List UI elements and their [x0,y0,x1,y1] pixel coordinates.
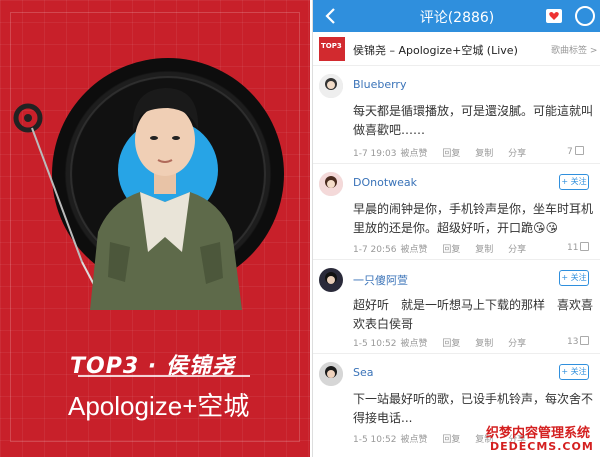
share-button[interactable]: 分享 [508,149,526,159]
reply-button[interactable]: 回复 [442,149,460,159]
comment-text: 每天都是循環播放，可是還沒膩。可能這就叫做喜歡吧…… [353,104,594,137]
comment-liked-note: 被点赞 [400,245,428,255]
comment-meta: 1-5 10:52 被点赞 回复 复制 分享 [353,336,530,349]
avatar[interactable] [319,362,343,386]
comment-username[interactable]: 一只傻阿萱 [353,272,408,288]
like-number: 11 [567,243,579,253]
reply-button[interactable]: 回复 [442,245,460,255]
song-title: Apologize+空城 [68,391,250,421]
reply-button[interactable]: 回复 [442,339,460,349]
avatar[interactable] [319,74,343,98]
watermark-line2: DEDECMS.COM [490,440,594,453]
thumb-text: TOP3 [321,42,342,50]
title-divider [78,375,250,377]
disc-icon[interactable] [575,6,595,26]
comment-item: 一只傻阿萱 + 关注 超好听 就是一听想马上下载的那样 喜欢喜欢表白侯哥 1-5… [313,260,600,354]
album-art: TOP3 · 侯锦尧 Apologize+空城 [0,0,310,457]
comment-text: 超好听 就是一听想马上下载的那样 喜欢喜欢表白侯哥 [353,298,594,331]
comment-liked-note: 被点赞 [400,149,428,159]
comment-meta: 1-7 20:56 被点赞 回复 复制 分享 [353,242,530,255]
comment-time: 1-7 19:03 [353,149,397,159]
comment-item: Blueberry 每天都是循環播放，可是還沒膩。可能這就叫做喜歡吧…… 1-7… [313,66,600,164]
avatar[interactable] [319,268,343,292]
thumbs-up-icon [574,146,584,155]
heart-icon[interactable] [545,7,563,25]
comment-meta: 1-7 19:03 被点赞 回复 复制 分享 [353,146,530,159]
share-button[interactable]: 分享 [508,245,526,255]
like-number: 7 [567,147,573,157]
comment-time: 1-5 10:52 [353,435,397,445]
comment-liked-note: 被点赞 [400,339,428,349]
song-thumbnail: TOP3 [319,37,345,61]
reply-button[interactable]: 回复 [442,435,460,445]
share-button[interactable]: 分享 [508,339,526,349]
like-count[interactable]: 11 [567,242,590,253]
comment-time: 1-7 20:56 [353,245,397,255]
song-info-row[interactable]: TOP3 侯锦尧 – Apologize+空城 (Live) 歌曲标签 > [313,32,600,66]
watermark: 织梦内容管理系统 DEDECMS.COM [482,420,600,457]
comment-liked-note: 被点赞 [400,435,428,445]
comment-time: 1-5 10:52 [353,339,397,349]
like-count[interactable]: 13 [567,336,590,347]
watermark-line1: 织梦内容管理系统 [486,426,591,441]
song-tag-button[interactable]: 歌曲标签 > [551,43,597,56]
copy-button[interactable]: 复制 [475,149,493,159]
song-name: 侯锦尧 – Apologize+空城 (Live) [353,44,518,57]
comment-username[interactable]: Blueberry [353,78,406,91]
like-number: 13 [567,337,579,347]
thumbs-up-icon [580,242,590,251]
follow-button[interactable]: + 关注 [559,364,589,380]
copy-button[interactable]: 复制 [475,339,493,349]
like-count[interactable]: 7 [567,146,584,157]
top-bar: 评论(2886) [313,0,600,32]
artist-photo [90,88,242,310]
comment-text: 早晨的闹钟是你，手机铃声是你，坐车时耳机里放的还是你。超级好听，开口跪😘😘 [353,202,594,235]
avatar[interactable] [319,172,343,196]
follow-button[interactable]: + 关注 [559,174,589,190]
comments-screen: 评论(2886) TOP3 侯锦尧 – Apologize+空城 (Live) … [312,0,600,457]
comment-username[interactable]: DOnotweak [353,176,417,189]
follow-button[interactable]: + 关注 [559,270,589,286]
copy-button[interactable]: 复制 [475,245,493,255]
comment-username[interactable]: Sea [353,366,374,379]
thumbs-up-icon [580,336,590,345]
comment-item: DOnotweak + 关注 早晨的闹钟是你，手机铃声是你，坐车时耳机里放的还是… [313,164,600,260]
